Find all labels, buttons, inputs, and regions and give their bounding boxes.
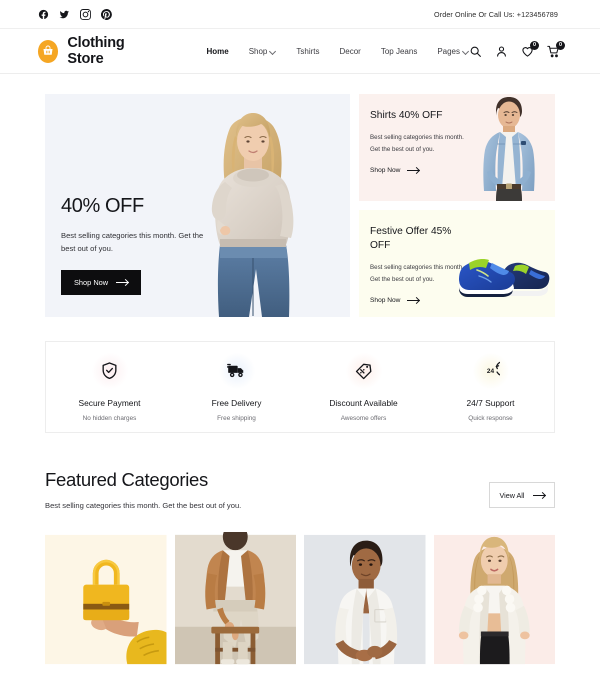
promo-cards: Shirts 40% OFF Best selling categories t… bbox=[359, 94, 555, 317]
delivery-truck-icon bbox=[218, 352, 255, 389]
link-label: Shop Now bbox=[370, 167, 401, 175]
feature-support: 24 24/7 Support Quick response bbox=[427, 352, 554, 422]
discount-tag-icon bbox=[345, 352, 382, 389]
top-bar: Order Online Or Call Us: +123456789 bbox=[0, 0, 600, 28]
category-card-handbag[interactable] bbox=[45, 532, 167, 667]
feature-title: Secure Payment bbox=[78, 397, 141, 408]
hero-banner[interactable]: 40% OFF Best selling categories this mon… bbox=[45, 94, 350, 317]
shopping-basket-icon bbox=[38, 39, 59, 63]
woman-in-white-fur-jacket-image bbox=[433, 534, 555, 665]
promo-card-festive[interactable]: Festive Offer 45% OFF Best selling categ… bbox=[359, 210, 555, 317]
twitter-icon[interactable] bbox=[59, 9, 70, 20]
hero-title: 40% OFF bbox=[61, 195, 144, 217]
promo-card-shirts[interactable]: Shirts 40% OFF Best selling categories t… bbox=[359, 94, 555, 201]
feature-desc: Awesome offers bbox=[340, 414, 387, 422]
nav-label: Pages bbox=[437, 46, 460, 56]
feature-free-delivery: Free Delivery Free shipping bbox=[173, 352, 300, 422]
blue-running-shoes-image bbox=[459, 259, 550, 297]
social-links bbox=[38, 8, 112, 20]
twentyfour-hours-icon: 24 bbox=[472, 352, 509, 389]
svg-text:24: 24 bbox=[487, 368, 495, 375]
feature-secure-payment: Secure Payment No hidden charges bbox=[46, 352, 173, 422]
feature-desc: Free shipping bbox=[217, 414, 256, 422]
featured-categories-text: Featured Categories Best selling categor… bbox=[45, 469, 241, 510]
promo-title: Shirts 40% OFF bbox=[370, 110, 443, 121]
user-icon[interactable] bbox=[495, 45, 508, 58]
man-in-denim-jacket-image bbox=[483, 97, 535, 201]
page-subtitle: Best selling categories this month. Get … bbox=[45, 501, 242, 510]
nav-item-top-jeans[interactable]: Top Jeans bbox=[381, 47, 417, 56]
link-label: Shop Now bbox=[370, 296, 401, 304]
hero-shop-now-button[interactable]: Shop Now bbox=[61, 269, 142, 295]
main-nav: Home Shop Tshirts Decor Top Jeans Pages bbox=[206, 47, 469, 56]
nav-label: Shop bbox=[248, 46, 268, 56]
feature-title: Free Delivery bbox=[211, 397, 262, 408]
wishlist-count-badge: 0 bbox=[530, 40, 539, 50]
hero-subtitle: Best selling categories this month. Get … bbox=[61, 231, 204, 254]
chevron-down-icon bbox=[270, 48, 276, 54]
wishlist-icon[interactable]: 0 bbox=[521, 40, 539, 58]
category-card-white-shirt[interactable] bbox=[304, 532, 426, 667]
instagram-icon[interactable] bbox=[80, 8, 91, 20]
promo-shop-now-link[interactable]: Shop Now bbox=[370, 167, 420, 175]
features-bar: Secure Payment No hidden charges Free De… bbox=[45, 341, 555, 433]
nav-label: Home bbox=[206, 46, 229, 56]
shield-check-icon bbox=[91, 352, 128, 389]
brand-logo[interactable]: Clothing Store bbox=[38, 35, 153, 67]
nav-item-home[interactable]: Home bbox=[206, 47, 228, 56]
arrow-right-icon bbox=[407, 299, 420, 301]
nav-label: Tshirts bbox=[296, 46, 320, 56]
nav-item-pages[interactable]: Pages bbox=[437, 47, 469, 56]
page-title: Featured Categories bbox=[45, 469, 208, 490]
yellow-handbag-in-hand-image bbox=[45, 534, 167, 665]
header-actions: 0 0 bbox=[469, 40, 565, 58]
cart-count-badge: 0 bbox=[556, 40, 565, 50]
nav-item-tshirts[interactable]: Tshirts bbox=[296, 47, 319, 56]
nav-label: Top Jeans bbox=[380, 46, 418, 56]
feature-discount-available: Discount Available Awesome offers bbox=[300, 352, 427, 422]
promo-subtitle: Best selling categories this month. Get … bbox=[370, 263, 464, 284]
hero-section: 40% OFF Best selling categories this mon… bbox=[0, 74, 600, 317]
facebook-icon[interactable] bbox=[38, 9, 49, 20]
brand-name: Clothing Store bbox=[67, 35, 125, 67]
category-card-blazer[interactable] bbox=[174, 532, 296, 667]
nav-item-shop[interactable]: Shop bbox=[249, 47, 277, 56]
man-in-white-shirt-image bbox=[304, 534, 426, 665]
man-in-tan-blazer-seated-image bbox=[174, 532, 296, 665]
feature-title: Discount Available bbox=[329, 397, 398, 408]
pinterest-icon[interactable] bbox=[101, 8, 112, 20]
site-header: Clothing Store Home Shop Tshirts Decor T… bbox=[0, 28, 600, 74]
view-all-button[interactable]: View All bbox=[489, 482, 555, 508]
search-icon[interactable] bbox=[469, 45, 482, 58]
cart-icon[interactable]: 0 bbox=[547, 40, 565, 58]
button-label: View All bbox=[499, 490, 525, 500]
nav-label: Decor bbox=[339, 46, 361, 56]
button-label: Shop Now bbox=[74, 277, 109, 287]
arrow-right-icon bbox=[116, 281, 129, 283]
arrow-right-icon bbox=[407, 170, 420, 172]
feature-desc: Quick response bbox=[468, 414, 513, 422]
feature-title: 24/7 Support bbox=[466, 397, 515, 408]
feature-desc: No hidden charges bbox=[82, 414, 137, 422]
hero-copy: 40% OFF Best selling categories this mon… bbox=[61, 195, 221, 295]
promo-title: Festive Offer 45% OFF bbox=[370, 226, 452, 251]
promo-subtitle: Best selling categories this month. Get … bbox=[370, 133, 464, 154]
arrow-right-icon bbox=[532, 494, 545, 496]
category-card-fur-jacket[interactable] bbox=[433, 532, 555, 667]
nav-item-decor[interactable]: Decor bbox=[340, 47, 361, 56]
category-cards bbox=[45, 532, 555, 667]
promo-shop-now-link[interactable]: Shop Now bbox=[370, 296, 420, 304]
featured-categories-header: Featured Categories Best selling categor… bbox=[45, 469, 555, 510]
call-us-text: Order Online Or Call Us: +123456789 bbox=[434, 9, 558, 19]
